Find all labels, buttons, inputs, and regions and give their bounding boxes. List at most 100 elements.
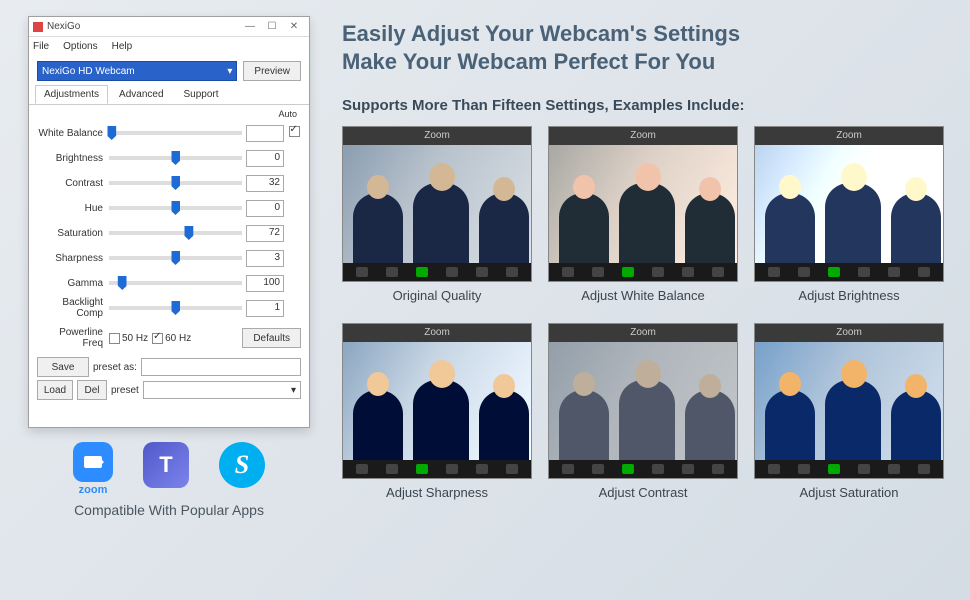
example-card: Zoom Adjust White Balance: [548, 126, 738, 303]
menu-help[interactable]: Help: [112, 41, 133, 52]
thumbnail-image: [343, 342, 531, 460]
slider-row: Gamma 100: [37, 271, 301, 295]
device-select-value: NexiGo HD Webcam: [42, 66, 135, 77]
example-caption: Adjust White Balance: [548, 288, 738, 303]
example-caption: Adjust Saturation: [754, 485, 944, 500]
tab-advanced[interactable]: Advanced: [110, 85, 172, 104]
subheadline: Supports More Than Fifteen Settings, Exa…: [342, 97, 952, 114]
example-caption: Adjust Brightness: [754, 288, 944, 303]
example-caption: Adjust Contrast: [548, 485, 738, 500]
save-button[interactable]: Save: [37, 357, 89, 377]
slider-value[interactable]: 0: [246, 150, 284, 167]
slider-thumb[interactable]: [171, 176, 180, 190]
preset-select[interactable]: ▾: [143, 381, 301, 399]
slider-thumb[interactable]: [171, 201, 180, 215]
example-card: ZoomAdjust Brightness: [754, 126, 944, 303]
slider-track[interactable]: [109, 181, 242, 185]
auto-checkbox[interactable]: [289, 126, 300, 137]
compat-caption: Compatible With Popular Apps: [28, 502, 310, 518]
slider-label: Saturation: [37, 228, 109, 239]
slider-thumb[interactable]: [171, 151, 180, 165]
slider-value[interactable]: 100: [246, 275, 284, 292]
menu-file[interactable]: File: [33, 41, 49, 52]
headline: Easily Adjust Your Webcam's Settings Mak…: [342, 20, 952, 75]
preset-label: preset: [111, 385, 139, 396]
settings-window: NexiGo — ☐ ✕ File Options Help NexiGo HD…: [28, 16, 310, 428]
example-card: Zoom Adjust Saturation: [754, 323, 944, 500]
example-thumbnail: Zoom: [342, 323, 532, 479]
slider-row: Backlight Comp1: [37, 296, 301, 320]
teams-app-icon: T: [143, 442, 189, 488]
thumbnail-app-title: Zoom: [549, 127, 737, 145]
examples-grid: Zoom Original Quality Zoom Adjust White Bal…: [342, 126, 952, 500]
powerline-50hz-checkbox[interactable]: [109, 333, 120, 344]
slider-row: Contrast32: [37, 171, 301, 195]
example-thumbnail: Zoom: [548, 323, 738, 479]
tab-adjustments[interactable]: Adjustments: [35, 85, 108, 104]
slider-value[interactable]: 72: [246, 225, 284, 242]
preset-name-input[interactable]: [141, 358, 301, 376]
tab-support[interactable]: Support: [175, 85, 228, 104]
slider-track[interactable]: [109, 156, 242, 160]
slider-track[interactable]: [109, 306, 242, 310]
slider-track[interactable]: [109, 206, 242, 210]
load-button[interactable]: Load: [37, 380, 73, 400]
powerline-row: Powerline Freq 50 Hz 60 Hz Defaults: [29, 323, 309, 353]
example-caption: Original Quality: [342, 288, 532, 303]
powerline-60hz-label: 60 Hz: [165, 333, 191, 344]
powerline-label: Powerline Freq: [37, 327, 109, 349]
app-logo-icon: [33, 22, 43, 32]
minimize-button[interactable]: —: [239, 21, 261, 32]
window-title: NexiGo: [47, 21, 239, 32]
slider-track[interactable]: [109, 231, 242, 235]
delete-button[interactable]: Del: [77, 380, 107, 400]
slider-thumb[interactable]: [184, 226, 193, 240]
slider-label: Hue: [37, 203, 109, 214]
preset-as-label: preset as:: [93, 362, 137, 373]
settings-panel: Auto White Balance Brightness 0 Contrast32 H…: [29, 105, 309, 323]
thumbnail-toolbar: [755, 263, 943, 281]
thumbnail-toolbar: [343, 263, 531, 281]
titlebar: NexiGo — ☐ ✕: [29, 17, 309, 37]
menu-options[interactable]: Options: [63, 41, 97, 52]
menubar: File Options Help: [29, 37, 309, 55]
slider-track[interactable]: [109, 256, 242, 260]
slider-label: Gamma: [37, 278, 109, 289]
skype-app-icon: S: [219, 442, 265, 488]
slider-value[interactable]: 0: [246, 200, 284, 217]
thumbnail-image: [549, 342, 737, 460]
slider-label: Brightness: [37, 153, 109, 164]
slider-value[interactable]: 3: [246, 250, 284, 267]
thumbnail-toolbar: [755, 460, 943, 478]
slider-value[interactable]: [246, 125, 284, 142]
slider-thumb[interactable]: [171, 251, 180, 265]
preview-button[interactable]: Preview: [243, 61, 301, 81]
slider-value[interactable]: 1: [246, 300, 284, 317]
slider-row: Brightness 0: [37, 146, 301, 170]
auto-column-header: Auto: [37, 109, 301, 119]
slider-thumb[interactable]: [171, 301, 180, 315]
zoom-app-icon: zoom: [73, 442, 113, 496]
maximize-button[interactable]: ☐: [261, 21, 283, 32]
slider-label: White Balance: [37, 128, 109, 139]
thumbnail-toolbar: [549, 263, 737, 281]
thumbnail-image: [343, 145, 531, 263]
slider-track[interactable]: [109, 131, 242, 135]
powerline-50hz-label: 50 Hz: [122, 333, 148, 344]
close-button[interactable]: ✕: [283, 21, 305, 32]
slider-value[interactable]: 32: [246, 175, 284, 192]
example-thumbnail: Zoom: [342, 126, 532, 282]
compat-section: zoom T S Compatible With Popular Apps: [28, 442, 310, 518]
defaults-button[interactable]: Defaults: [242, 328, 301, 348]
thumbnail-image: [755, 145, 943, 263]
thumbnail-app-title: Zoom: [755, 324, 943, 342]
device-select[interactable]: NexiGo HD Webcam ▾: [37, 61, 237, 81]
thumbnail-toolbar: [343, 460, 531, 478]
powerline-60hz-checkbox[interactable]: [152, 333, 163, 344]
chevron-down-icon: ▾: [291, 385, 296, 396]
preset-area: Save preset as: Load Del preset ▾: [29, 353, 309, 407]
thumbnail-app-title: Zoom: [343, 127, 531, 145]
slider-thumb[interactable]: [118, 276, 127, 290]
example-thumbnail: Zoom: [548, 126, 738, 282]
slider-track[interactable]: [109, 281, 242, 285]
